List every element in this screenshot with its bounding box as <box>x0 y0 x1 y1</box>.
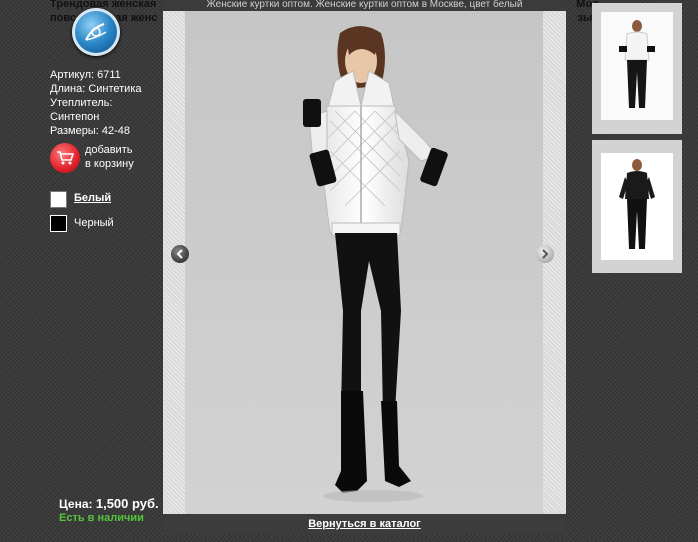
stock-status: Есть в наличии <box>59 512 144 524</box>
color-swatch-white[interactable] <box>50 191 67 208</box>
thumbnail-image-black-jacket[interactable] <box>601 153 673 260</box>
insulation-label: Утеплитель: <box>50 97 113 109</box>
color-option-white[interactable]: Белый <box>74 192 111 204</box>
back-to-catalog-link[interactable]: Вернуться в каталог <box>163 514 566 534</box>
model-white-jacket-image <box>601 12 673 120</box>
lightbox-title: Женские куртки оптом. Женские куртки опт… <box>163 0 566 11</box>
add-to-cart-button[interactable] <box>50 143 80 173</box>
color-swatch-black[interactable] <box>50 215 67 232</box>
thumbnail-image-white-jacket[interactable] <box>601 12 673 120</box>
cart-label-line-2[interactable]: в корзину <box>85 157 155 171</box>
add-to-cart-label[interactable]: добавить в корзину <box>85 143 155 171</box>
cart-label-line-1[interactable]: добавить <box>85 143 155 157</box>
length-spec: Длина: Синтетика <box>50 83 142 95</box>
pen-icon <box>85 23 107 41</box>
brand-logo[interactable] <box>72 8 120 56</box>
chevron-right-icon <box>542 249 549 259</box>
product-specs: Артикул: 6711 Длина: Синтетика Утеплител… <box>50 68 142 138</box>
insulation-value: Синтепон <box>50 111 100 123</box>
model-white-jacket-photo <box>185 11 543 514</box>
price: Цена: 1,500 руб. <box>59 496 159 511</box>
previous-image-button[interactable] <box>171 245 189 263</box>
model-black-jacket-image <box>601 153 673 260</box>
article-number: Артикул: 6711 <box>50 69 121 81</box>
sizes-spec: Размеры: 42-48 <box>50 125 130 137</box>
shopping-cart-icon <box>57 151 74 165</box>
thumbnail-1[interactable] <box>592 3 682 134</box>
color-option-black[interactable]: Черный <box>74 217 114 229</box>
chevron-left-icon <box>176 249 183 259</box>
price-label: Цена: <box>59 497 93 511</box>
thumbnail-2[interactable] <box>592 140 682 273</box>
price-value: 1,500 руб. <box>95 496 159 511</box>
lightbox-footer: Вернуться в каталог <box>163 514 566 534</box>
lightbox-main-image <box>185 11 543 514</box>
next-image-button[interactable] <box>536 245 554 263</box>
